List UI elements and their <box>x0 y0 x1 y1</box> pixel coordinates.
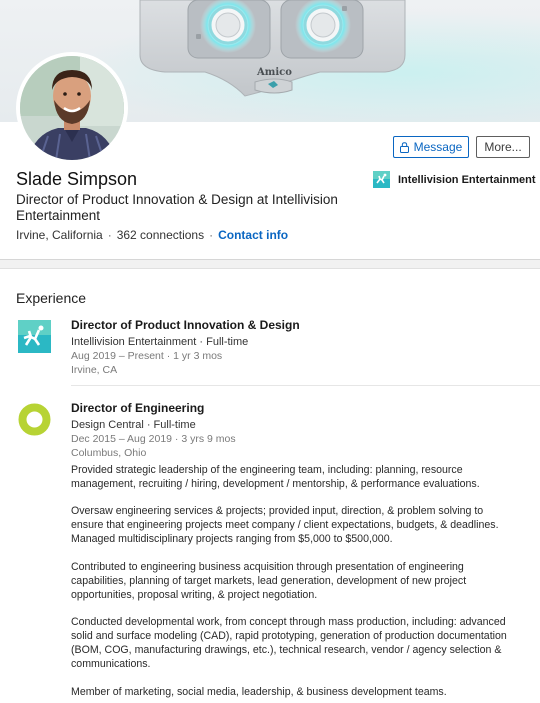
contact-info-link[interactable]: Contact info <box>218 228 288 242</box>
more-button[interactable]: More... <box>476 136 530 158</box>
job-company: Intellivision Entertainment · Full-time <box>71 336 249 348</box>
meta-separator: · <box>209 228 214 242</box>
job-company: Design Central · Full-time <box>71 419 196 431</box>
profile-location: Irvine, California <box>16 228 103 242</box>
more-button-label: More... <box>484 140 522 154</box>
intellivision-logo-icon <box>373 171 390 188</box>
connections-count[interactable]: 362 connections <box>117 228 204 242</box>
job-description-paragraph: Contributed to engineering business acqu… <box>71 561 467 601</box>
profile-name: Slade Simpson <box>16 169 138 189</box>
experience-section-title: Experience <box>16 290 87 306</box>
job-location: Columbus, Ohio <box>71 447 147 459</box>
design-central-logo-icon <box>18 403 51 436</box>
job-description-paragraph: Conducted developmental work, from conce… <box>71 616 507 670</box>
intellivision-logo-icon <box>18 320 51 353</box>
job-description-paragraph: Provided strategic leadership of the eng… <box>71 464 480 490</box>
job-dates: Aug 2019 – Present · 1 yr 3 mos <box>71 350 223 362</box>
profile-meta: Irvine, California · 362 connections · C… <box>16 228 288 242</box>
meta-separator: · <box>107 228 112 242</box>
job-description-paragraph: Oversaw engineering services & projects;… <box>71 505 499 545</box>
job-title[interactable]: Director of Engineering <box>71 401 511 416</box>
profile-headline: Director of Product Innovation & Design … <box>16 192 338 223</box>
item-divider <box>71 385 540 386</box>
job-title[interactable]: Director of Product Innovation & Design <box>71 318 511 333</box>
current-company-name: Intellivision Entertainment <box>398 173 536 186</box>
product-brand-logo: Amico <box>257 67 292 78</box>
message-button-label: Message <box>413 140 463 154</box>
current-company-link[interactable]: Intellivision Entertainment <box>373 171 536 188</box>
job-location: Irvine, CA <box>71 364 118 376</box>
section-divider <box>0 259 540 269</box>
job-dates: Dec 2015 – Aug 2019 · 3 yrs 9 mos <box>71 433 236 445</box>
avatar[interactable] <box>16 52 128 164</box>
job-description-paragraph: Member of marketing, social media, leade… <box>71 686 447 698</box>
lock-icon <box>399 141 409 153</box>
message-button[interactable]: Message <box>393 136 469 158</box>
profile-photo <box>20 56 124 160</box>
